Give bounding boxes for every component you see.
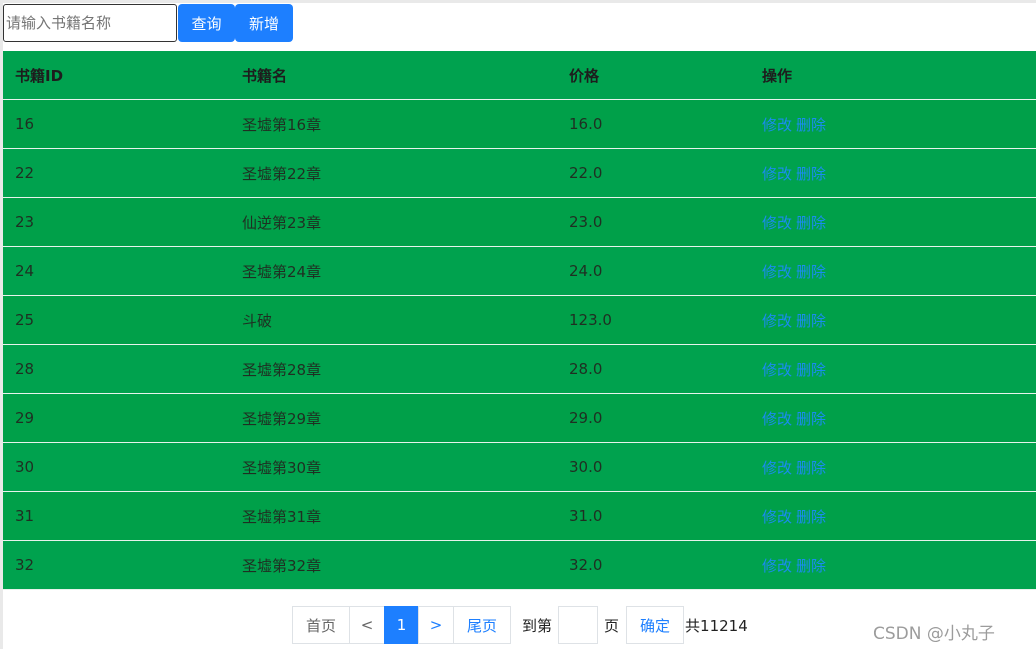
price-cell: 30.0 — [569, 458, 603, 476]
edit-link[interactable]: 修改 — [762, 312, 792, 330]
edit-link[interactable]: 修改 — [762, 263, 792, 281]
header-price: 价格 — [569, 66, 600, 85]
actions-cell: 修改 删除 — [750, 408, 1036, 429]
book-name-cell: 仙逆第23章 — [242, 213, 322, 232]
book-table: 书籍ID 书籍名 价格 操作 16 圣墟第16章 16.0 修改 删除 22 圣墟… — [3, 51, 1036, 590]
edit-link[interactable]: 修改 — [762, 508, 792, 526]
page-unit-label: 页 — [604, 616, 620, 635]
price-cell: 29.0 — [569, 409, 603, 427]
goto-page-input[interactable] — [558, 606, 599, 644]
delete-link[interactable]: 删除 — [796, 557, 826, 575]
watermark: CSDN @小丸子 — [873, 624, 995, 644]
add-button[interactable]: 新增 — [235, 4, 293, 42]
price-cell: 23.0 — [569, 213, 603, 231]
book-name-cell: 圣墟第16章 — [242, 115, 322, 134]
first-page-button[interactable]: 首页 — [292, 606, 350, 644]
actions-cell: 修改 删除 — [750, 114, 1036, 135]
query-button[interactable]: 查询 — [178, 4, 235, 42]
book-id-cell: 23 — [15, 213, 35, 231]
actions-cell: 修改 删除 — [750, 457, 1036, 478]
delete-link[interactable]: 删除 — [796, 312, 826, 330]
price-cell: 123.0 — [569, 311, 612, 329]
price-cell: 32.0 — [569, 556, 603, 574]
edit-link[interactable]: 修改 — [762, 361, 792, 379]
table-row: 30 圣墟第30章 30.0 修改 删除 — [3, 443, 1036, 492]
edit-link[interactable]: 修改 — [762, 165, 792, 183]
delete-link[interactable]: 删除 — [796, 263, 826, 281]
book-id-cell: 30 — [15, 458, 35, 476]
actions-cell: 修改 删除 — [750, 310, 1036, 331]
edit-link[interactable]: 修改 — [762, 557, 792, 575]
book-id-cell: 25 — [15, 311, 35, 329]
book-id-cell: 16 — [15, 115, 35, 133]
book-name-cell: 圣墟第22章 — [242, 164, 322, 183]
table-row: 23 仙逆第23章 23.0 修改 删除 — [3, 198, 1036, 247]
header-book-id: 书籍ID — [15, 66, 64, 85]
book-name-cell: 圣墟第31章 — [242, 507, 322, 526]
book-id-cell: 28 — [15, 360, 35, 378]
delete-link[interactable]: 删除 — [796, 116, 826, 134]
book-name-cell: 圣墟第28章 — [242, 360, 322, 379]
actions-cell: 修改 删除 — [750, 163, 1036, 184]
table-row: 16 圣墟第16章 16.0 修改 删除 — [3, 100, 1036, 149]
delete-link[interactable]: 删除 — [796, 459, 826, 477]
header-actions: 操作 — [762, 66, 793, 85]
actions-cell: 修改 删除 — [750, 506, 1036, 527]
goto-label: 到第 — [522, 616, 553, 635]
table-row: 32 圣墟第32章 32.0 修改 删除 — [3, 541, 1036, 590]
price-cell: 16.0 — [569, 115, 603, 133]
last-page-button[interactable]: 尾页 — [453, 606, 511, 644]
table-row: 28 圣墟第28章 28.0 修改 删除 — [3, 345, 1036, 394]
edit-link[interactable]: 修改 — [762, 459, 792, 477]
delete-link[interactable]: 删除 — [796, 165, 826, 183]
table-row: 29 圣墟第29章 29.0 修改 删除 — [3, 394, 1036, 443]
edit-link[interactable]: 修改 — [762, 214, 792, 232]
current-page-button[interactable]: 1 — [384, 606, 419, 644]
toolbar: 查询 新增 — [3, 4, 293, 42]
actions-cell: 修改 删除 — [750, 261, 1036, 282]
edit-link[interactable]: 修改 — [762, 410, 792, 428]
book-id-cell: 24 — [15, 262, 35, 280]
search-input[interactable] — [3, 4, 177, 42]
prev-page-button[interactable]: < — [349, 606, 385, 644]
price-cell: 24.0 — [569, 262, 603, 280]
book-id-cell: 32 — [15, 556, 35, 574]
price-cell: 22.0 — [569, 164, 603, 182]
table-row: 31 圣墟第31章 31.0 修改 删除 — [3, 492, 1036, 541]
pagination: 首页 < 1 > 尾页 到第 页 确定 共11214 — [292, 606, 748, 644]
header-book-name: 书籍名 — [242, 66, 288, 85]
price-cell: 28.0 — [569, 360, 603, 378]
total-count: 共11214 — [685, 616, 748, 635]
table-row: 22 圣墟第22章 22.0 修改 删除 — [3, 149, 1036, 198]
edit-link[interactable]: 修改 — [762, 116, 792, 134]
delete-link[interactable]: 删除 — [796, 361, 826, 379]
confirm-goto-button[interactable]: 确定 — [626, 606, 685, 644]
top-border — [0, 0, 1036, 3]
actions-cell: 修改 删除 — [750, 359, 1036, 380]
price-cell: 31.0 — [569, 507, 603, 525]
table-row: 24 圣墟第24章 24.0 修改 删除 — [3, 247, 1036, 296]
delete-link[interactable]: 删除 — [796, 508, 826, 526]
next-page-button[interactable]: > — [418, 606, 454, 644]
actions-cell: 修改 删除 — [750, 555, 1036, 576]
book-id-cell: 29 — [15, 409, 35, 427]
delete-link[interactable]: 删除 — [796, 214, 826, 232]
table-header-row: 书籍ID 书籍名 价格 操作 — [3, 51, 1036, 100]
table-row: 25 斗破 123.0 修改 删除 — [3, 296, 1036, 345]
book-name-cell: 斗破 — [242, 311, 273, 330]
book-id-cell: 22 — [15, 164, 35, 182]
delete-link[interactable]: 删除 — [796, 410, 826, 428]
book-name-cell: 圣墟第24章 — [242, 262, 322, 281]
actions-cell: 修改 删除 — [750, 212, 1036, 233]
book-name-cell: 圣墟第29章 — [242, 409, 322, 428]
book-name-cell: 圣墟第30章 — [242, 458, 322, 477]
book-id-cell: 31 — [15, 507, 35, 525]
book-name-cell: 圣墟第32章 — [242, 556, 322, 575]
